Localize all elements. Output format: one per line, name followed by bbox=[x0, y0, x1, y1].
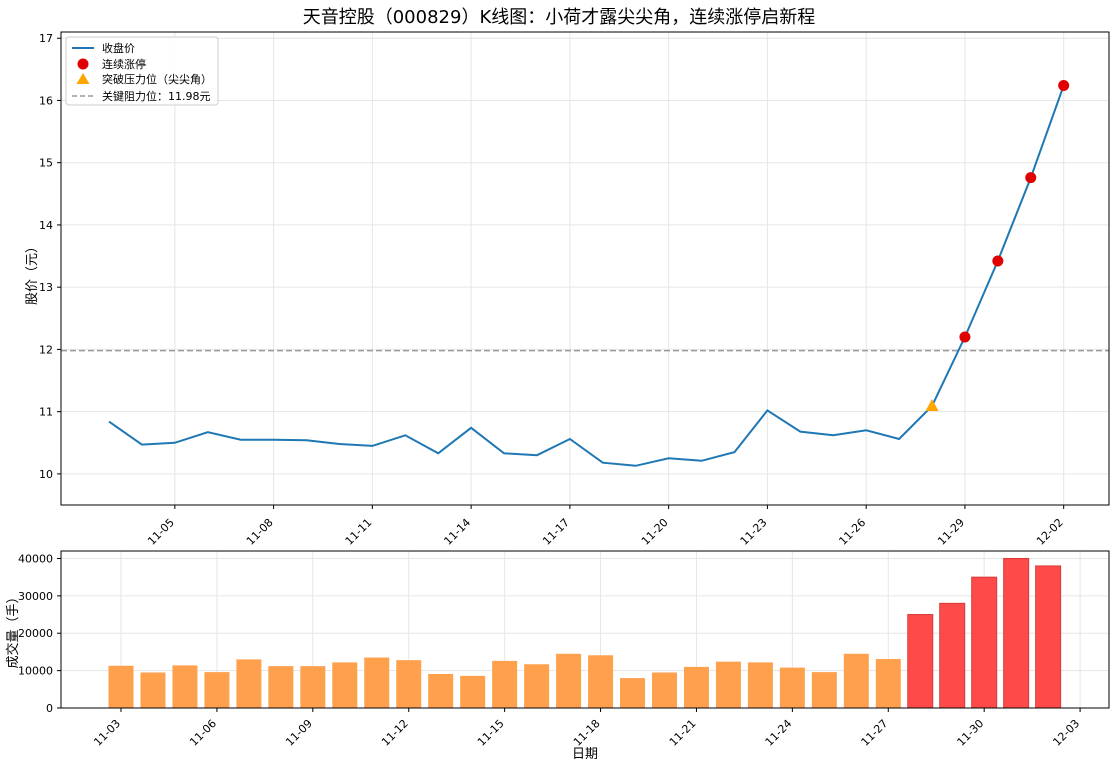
limit-up-marker bbox=[1025, 172, 1037, 184]
legend: 收盘价 连续涨停 突破压力位（尖尖角） 关键阻力位：11.98元 bbox=[65, 36, 219, 106]
volume-bar bbox=[875, 659, 901, 708]
legend-label-resistance: 关键阻力位：11.98元 bbox=[102, 89, 211, 103]
volume-bar bbox=[939, 602, 966, 709]
volume-xtick-label: 11-27 bbox=[859, 717, 891, 749]
volume-xtick-label: 11-12 bbox=[379, 717, 411, 749]
volume-xtick-label: 11-24 bbox=[763, 717, 795, 749]
volume-ytick-label: 30000 bbox=[18, 590, 53, 603]
volume-bar bbox=[843, 653, 869, 708]
volume-ytick-label: 10000 bbox=[18, 665, 53, 678]
price-ytick-label: 12 bbox=[39, 343, 53, 356]
volume-bar bbox=[236, 659, 262, 708]
volume-bar bbox=[460, 675, 486, 708]
volume-panel: 010000200003000040000 11-03 11-06 11-09 11-… bbox=[5, 550, 1110, 762]
price-ytick-label: 15 bbox=[39, 157, 53, 170]
price-ytick-label: 17 bbox=[39, 32, 53, 45]
volume-y-ticks: 0 10000 20000 30000 40000 bbox=[18, 552, 61, 715]
price-xtick-label: 11-11 bbox=[343, 516, 375, 548]
volume-bar bbox=[364, 657, 390, 708]
volume-xtick-label: 11-30 bbox=[955, 717, 987, 749]
volume-bar bbox=[524, 664, 550, 708]
price-ytick-label: 13 bbox=[39, 281, 53, 294]
volume-bar bbox=[651, 672, 677, 708]
volume-bar bbox=[747, 662, 773, 708]
volume-ytick-label: 20000 bbox=[18, 627, 53, 640]
volume-bar bbox=[428, 673, 454, 708]
volume-bar bbox=[620, 678, 646, 708]
price-xtick-label: 11-17 bbox=[540, 516, 572, 548]
volume-bar bbox=[108, 665, 134, 708]
price-xtick-label: 11-20 bbox=[639, 516, 671, 548]
close-price-series bbox=[108, 85, 1065, 467]
volume-bar bbox=[588, 655, 614, 708]
volume-bar bbox=[907, 614, 934, 709]
price-xtick-label: 11-23 bbox=[738, 516, 770, 548]
volume-bar bbox=[779, 667, 805, 708]
volume-y-axis-label: 成交量（手） bbox=[5, 590, 21, 668]
volume-xtick-label: 11-18 bbox=[571, 717, 603, 749]
price-xtick-label: 12-02 bbox=[1034, 516, 1066, 548]
chart-figure: 天音控股（000829）K线图：小荷才露尖尖角，连续涨停启新程 10 11 12 13… bbox=[5, 7, 1110, 762]
price-xtick-label: 11-26 bbox=[836, 516, 868, 548]
volume-bar bbox=[332, 662, 358, 708]
price-xtick-label: 11-08 bbox=[244, 516, 276, 548]
volume-bar bbox=[140, 672, 166, 708]
price-y-axis-label: 股价（元） bbox=[25, 240, 40, 305]
price-panel: 1011121314151617 11-05 11-08 11-11 11-14 11-… bbox=[25, 31, 1110, 548]
price-xtick-label: 11-14 bbox=[441, 516, 473, 548]
volume-bar bbox=[683, 666, 709, 708]
volume-xtick-label: 12-03 bbox=[1050, 717, 1082, 749]
chart-title: 天音控股（000829）K线图：小荷才露尖尖角，连续涨停启新程 bbox=[303, 7, 816, 28]
volume-bar bbox=[1003, 557, 1030, 709]
limit-up-marker bbox=[959, 331, 971, 343]
legend-label-breakout: 突破压力位（尖尖角） bbox=[102, 72, 212, 86]
volume-bar bbox=[1035, 565, 1062, 709]
volume-bar bbox=[811, 672, 837, 708]
price-xtick-label: 11-29 bbox=[935, 516, 967, 548]
volume-bar bbox=[492, 660, 518, 708]
price-x-ticks: 11-05 11-08 11-11 11-14 11-17 11-20 11-23 11-26… bbox=[145, 505, 1066, 548]
volume-bar bbox=[556, 653, 582, 708]
volume-xtick-label: 11-15 bbox=[475, 717, 507, 749]
volume-x-axis-label: 日期 bbox=[572, 747, 598, 762]
volume-bar bbox=[396, 660, 422, 708]
legend-label-close: 收盘价 bbox=[102, 41, 135, 55]
price-ytick-label: 14 bbox=[39, 219, 53, 232]
volume-xtick-label: 11-03 bbox=[91, 717, 123, 749]
volume-x-ticks: 11-03 11-06 11-09 11-12 11-15 11-18 11-21 11-24… bbox=[91, 708, 1082, 749]
legend-circle-swatch bbox=[77, 58, 89, 70]
breakout-marker bbox=[925, 399, 939, 412]
volume-ytick-label: 40000 bbox=[18, 552, 53, 565]
close-price-line bbox=[108, 85, 1065, 467]
price-ytick-label: 11 bbox=[39, 406, 53, 419]
price-ytick-label: 16 bbox=[39, 94, 53, 107]
volume-xtick-label: 11-21 bbox=[667, 717, 699, 749]
price-xtick-label: 11-05 bbox=[145, 516, 177, 548]
volume-bar bbox=[172, 665, 198, 708]
price-y-ticks: 10 11 12 13 14 15 16 17 bbox=[39, 32, 61, 481]
volume-bar bbox=[715, 661, 741, 708]
limit-up-marker bbox=[992, 255, 1004, 267]
limit-up-marker bbox=[1058, 80, 1070, 92]
volume-bar bbox=[204, 672, 230, 708]
legend-label-limit-up: 连续涨停 bbox=[102, 57, 146, 71]
volume-bar bbox=[971, 576, 998, 709]
volume-ytick-label: 0 bbox=[46, 702, 53, 715]
price-ytick-label: 10 bbox=[39, 468, 53, 481]
volume-xtick-label: 11-06 bbox=[187, 717, 219, 749]
volume-xtick-label: 11-09 bbox=[283, 717, 315, 749]
volume-bar bbox=[268, 666, 294, 708]
volume-bar bbox=[300, 666, 326, 708]
